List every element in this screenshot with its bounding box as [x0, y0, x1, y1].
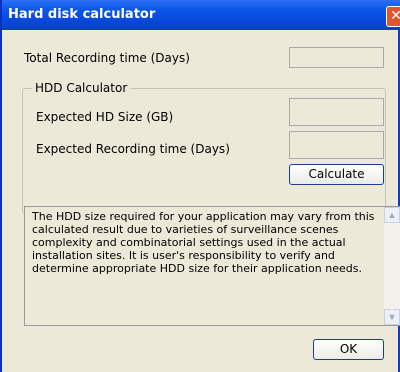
scroll-down-button[interactable]: ▼	[384, 309, 400, 325]
dialog-body: Total Recording time (Days) HDD Calculat…	[2, 30, 400, 372]
close-icon: ✕	[390, 8, 400, 24]
window-title: Hard disk calculator	[8, 7, 156, 22]
close-button[interactable]: ✕	[386, 6, 400, 27]
hdd-calculator-group-label: HDD Calculator	[32, 81, 131, 95]
total-recording-field[interactable]	[289, 47, 384, 68]
expected-hd-size-field[interactable]	[289, 98, 384, 126]
total-recording-label: Total Recording time (Days)	[24, 51, 190, 65]
ok-button[interactable]: OK	[313, 339, 384, 360]
chevron-up-icon: ▲	[387, 210, 397, 220]
scroll-up-button[interactable]: ▲	[384, 207, 400, 223]
expected-hd-size-label: Expected HD Size (GB)	[36, 110, 174, 124]
note-text: The HDD size required for your applicati…	[32, 210, 375, 275]
title-bar[interactable]: Hard disk calculator ✕	[2, 0, 400, 30]
calculate-button[interactable]: Calculate	[289, 164, 384, 185]
expected-recording-time-label: Expected Recording time (Days)	[36, 142, 230, 156]
note-scrollbar[interactable]: ▲ ▼	[384, 207, 400, 325]
note-textbox[interactable]: The HDD size required for your applicati…	[24, 206, 400, 326]
expected-recording-time-field[interactable]	[289, 131, 384, 159]
chevron-down-icon: ▼	[387, 312, 397, 322]
